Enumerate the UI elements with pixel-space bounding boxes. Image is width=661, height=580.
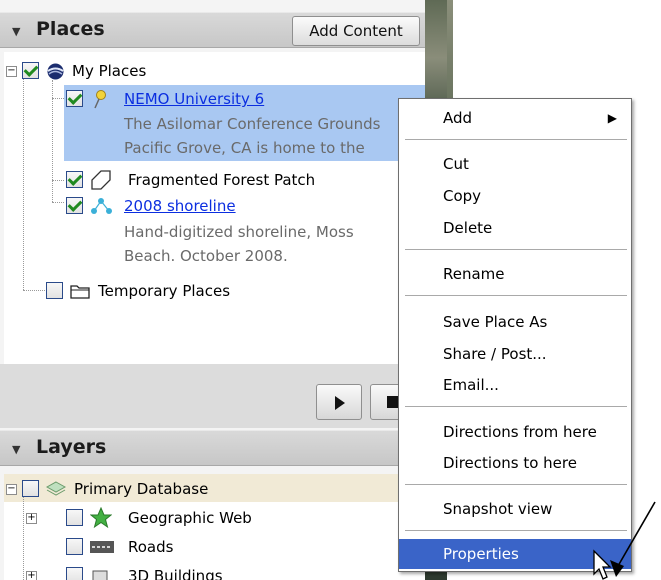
my-places-label: My Places [72,62,147,80]
folder-icon [70,285,90,299]
menu-separator [405,484,627,485]
primary-database-checkbox[interactable] [22,480,39,497]
nemo-description-line2: Pacific Grove, CA is home to the [124,139,365,157]
star-icon [90,507,112,529]
polygon-icon [91,170,111,190]
sidebar-panel: ▼ Places Add Content − My Places NEMO Un… [0,0,425,580]
places-header[interactable]: ▼ Places Add Content [0,12,425,48]
tree-line [23,494,24,580]
menu-item-email[interactable]: Email... [399,370,631,400]
context-menu: Add ▶ Cut Copy Delete Rename Save Place … [398,98,632,572]
tree-line [23,290,45,291]
collapse-toggle-icon[interactable]: − [6,484,17,495]
temporary-places-label: Temporary Places [98,282,231,300]
play-icon [335,396,345,410]
menu-separator [405,530,627,531]
menu-item-rename[interactable]: Rename [399,259,631,289]
3d-buildings-label: 3D Buildings [128,567,223,580]
temporary-places-checkbox[interactable] [46,282,63,299]
nemo-checkbox[interactable] [66,90,83,107]
expand-toggle-icon[interactable]: + [26,513,37,524]
places-tree: − My Places NEMO University 6 The Asilom… [4,52,425,364]
menu-item-delete[interactable]: Delete [399,213,631,243]
shoreline-checkbox[interactable] [66,197,83,214]
menu-separator [405,249,627,250]
shoreline-description-line2: Beach. October 2008. [124,247,288,265]
geographic-web-checkbox[interactable] [66,509,83,526]
collapse-triangle-icon[interactable]: ▼ [12,25,20,38]
path-icon [91,198,112,214]
layers-tree: − Primary Database + Geographic Web Road… [4,474,425,580]
menu-item-snapshot-view[interactable]: Snapshot view [399,494,631,524]
tree-line [23,68,24,290]
menu-item-directions-from[interactable]: Directions from here [399,417,631,447]
tour-controls [0,364,425,428]
layers-header[interactable]: ▼ Layers [0,430,425,466]
menu-item-add[interactable]: Add ▶ [399,103,631,133]
menu-item-share-post[interactable]: Share / Post... [399,339,631,369]
tree-line [52,98,64,99]
expand-toggle-icon[interactable]: + [26,571,37,580]
forest-checkbox[interactable] [66,171,83,188]
menu-separator [405,139,627,140]
tree-line [52,202,64,203]
my-places-checkbox[interactable] [22,62,39,79]
primary-database-highlight [4,474,425,502]
building-icon [92,570,108,580]
roads-checkbox[interactable] [66,538,83,555]
places-title: Places [36,18,105,40]
primary-database-label: Primary Database [74,480,209,498]
tree-line [52,180,64,181]
menu-item-save-place-as[interactable]: Save Place As [399,307,631,337]
forest-label: Fragmented Forest Patch [128,171,316,189]
collapse-toggle-icon[interactable]: − [6,66,17,77]
menu-item-add-label: Add [443,109,473,127]
submenu-arrow-icon: ▶ [607,111,617,125]
nemo-description-line1: The Asilomar Conference Grounds [124,115,381,133]
road-icon [90,541,114,553]
roads-label: Roads [128,538,174,556]
menu-separator [405,406,627,407]
menu-separator [405,295,627,296]
layers-title: Layers [36,436,107,458]
shoreline-link[interactable]: 2008 shoreline [124,193,236,219]
menu-item-directions-to[interactable]: Directions to here [399,448,631,478]
pushpin-icon [94,90,106,109]
map-view-edge [447,0,453,100]
nemo-link[interactable]: NEMO University 6 [124,86,264,112]
collapse-triangle-icon[interactable]: ▼ [12,443,20,456]
add-content-button[interactable]: Add Content [292,16,420,46]
layers-stack-icon [46,481,66,496]
shoreline-description-line1: Hand-digitized shoreline, Moss [124,223,354,241]
globe-icon [47,63,64,80]
geographic-web-label: Geographic Web [128,509,252,527]
3d-buildings-checkbox[interactable] [66,567,83,580]
menu-item-copy[interactable]: Copy [399,181,631,211]
menu-item-properties[interactable]: Properties [399,539,631,569]
play-tour-button[interactable] [316,384,362,420]
menu-item-cut[interactable]: Cut [399,149,631,179]
